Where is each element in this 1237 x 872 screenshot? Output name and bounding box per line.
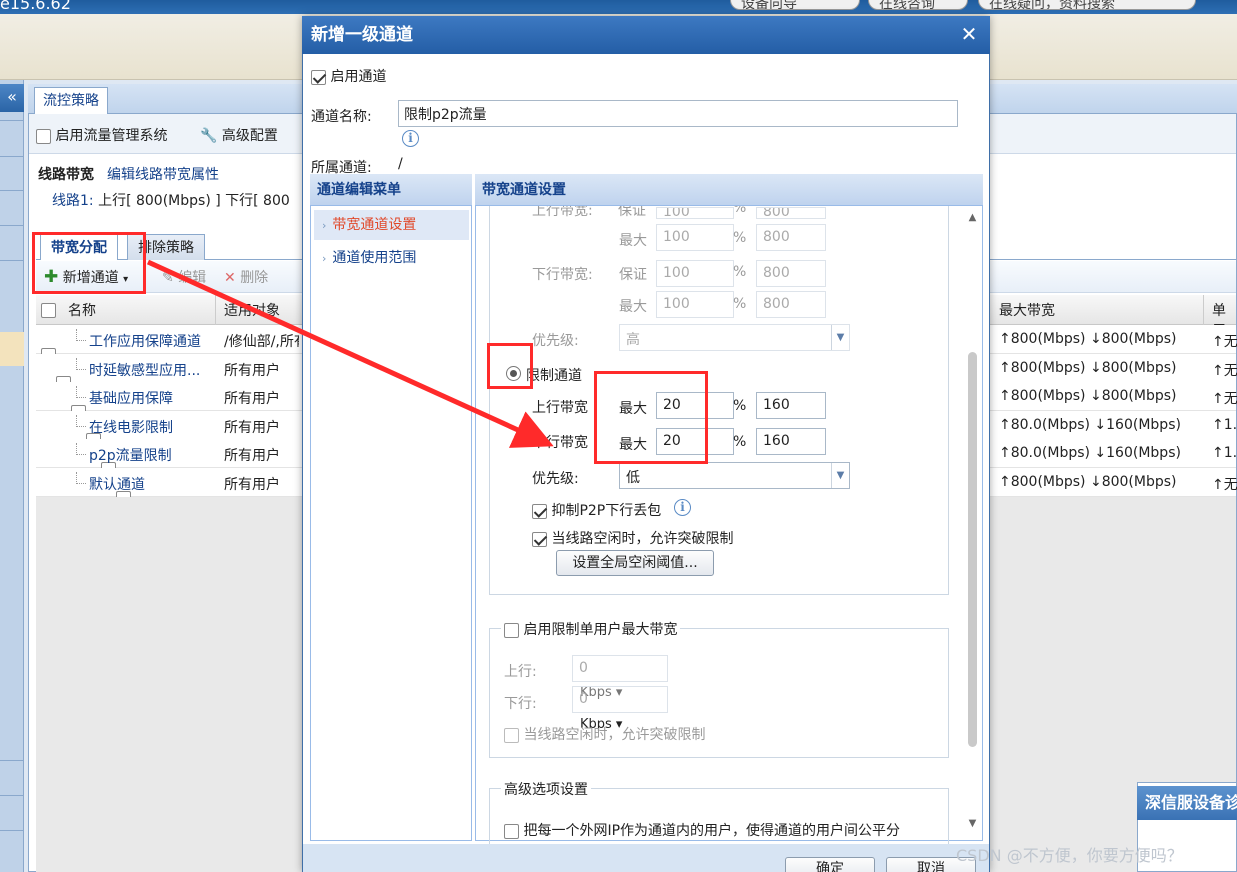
annotation-arrow xyxy=(146,259,554,448)
watermark: CSDN @不方便，你要方便吗？ xyxy=(956,846,1183,865)
